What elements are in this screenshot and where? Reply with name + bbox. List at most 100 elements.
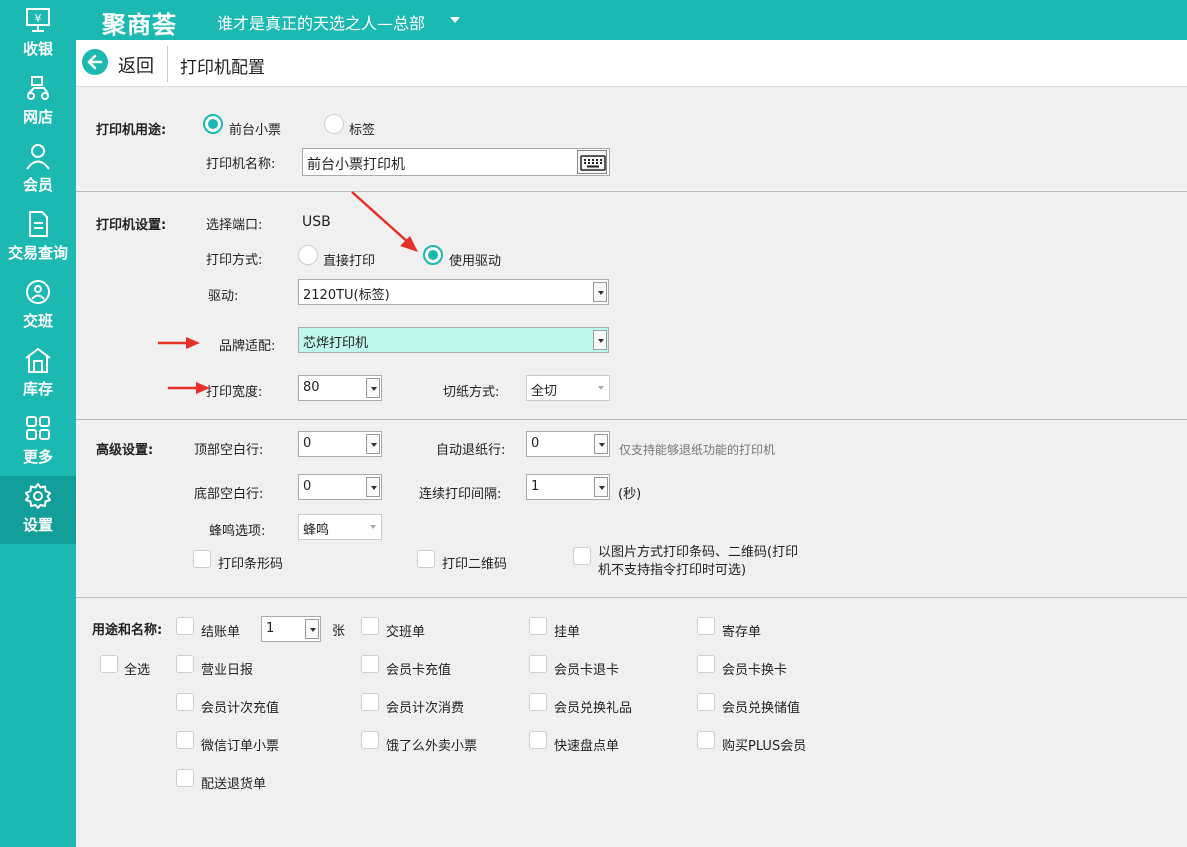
usage-label-stored-exchange: 会员兑换储值 [722, 701, 801, 716]
image-mode-checkbox[interactable] [573, 547, 591, 565]
print-barcode-checkbox[interactable] [193, 550, 211, 568]
print-qrcode-label: 打印二维码 [442, 557, 508, 572]
usage-checkbox-card-refund[interactable] [529, 655, 547, 673]
title-divider [167, 46, 168, 82]
usage-label-plus-member: 购买PLUS会员 [722, 739, 807, 754]
top-blank-value: 0 [303, 436, 312, 451]
usage-checkbox-count-consume[interactable] [361, 693, 379, 711]
usage-checkbox-delivery-return[interactable] [176, 769, 194, 787]
usage-checkbox-wechat-order[interactable] [176, 731, 194, 749]
usage-label-card-exchange: 会员卡换卡 [722, 663, 788, 678]
top-blank-select[interactable]: 0 [298, 431, 382, 457]
usage-checkbox-plus-member[interactable] [697, 731, 715, 749]
usage-checkbox-checkout[interactable] [176, 617, 194, 635]
chevron-down-icon [366, 517, 380, 537]
bottom-blank-value: 0 [303, 479, 312, 494]
cut-mode-select[interactable]: 全切 [526, 375, 610, 401]
back-label: 返回 [118, 56, 154, 77]
back-arrow-icon [82, 49, 108, 75]
image-mode-label-line1: 以图片方式打印条码、二维码(打印 [598, 545, 799, 560]
sidebar-item-label: 交班 [22, 312, 53, 330]
copies-unit: 张 [332, 624, 346, 639]
usage-checkbox-hang[interactable] [529, 617, 547, 635]
brand-adapt-select[interactable]: 芯烨打印机 [298, 327, 609, 353]
brand-logo: 聚商荟 [102, 11, 177, 39]
sidebar-item-label: 设置 [22, 516, 53, 534]
print-mode-label: 打印方式: [206, 253, 263, 268]
radio-label-printer-label: 标签 [349, 123, 376, 138]
printer-name-label: 打印机名称: [206, 157, 276, 172]
gear-icon [25, 483, 51, 509]
sidebar-item-transactions[interactable]: 交易查询 [0, 204, 76, 272]
buzzer-select[interactable]: 蜂鸣 [298, 514, 382, 540]
page-title: 打印机配置 [180, 58, 265, 78]
sidebar-item-member[interactable]: 会员 [0, 136, 76, 204]
usage-label-wechat-order: 微信订单小票 [201, 739, 280, 754]
svg-text:¥: ¥ [35, 12, 42, 25]
usage-checkbox-count-recharge[interactable] [176, 693, 194, 711]
radio-use-driver-label: 使用驱动 [449, 254, 502, 269]
usage-label-shift: 交班单 [386, 625, 426, 640]
usage-checkbox-quick-count[interactable] [529, 731, 547, 749]
chevron-down-icon [305, 619, 319, 639]
sidebar-item-label: 交易查询 [7, 244, 68, 262]
copies-select[interactable]: 1 [261, 616, 321, 642]
keyboard-icon [580, 155, 606, 171]
sidebar-item-online-store[interactable]: 网店 [0, 68, 76, 136]
usage-label-card-refund: 会员卡退卡 [554, 663, 620, 678]
print-width-select[interactable]: 80 [298, 375, 382, 401]
usage-checkbox-daily[interactable] [176, 655, 194, 673]
sidebar-item-label: 收银 [22, 40, 53, 58]
sidebar-item-cashier[interactable]: ¥ 收银 [0, 0, 76, 68]
print-width-label: 打印宽度: [206, 385, 263, 400]
radio-label-printer[interactable] [324, 114, 344, 134]
keyboard-button[interactable] [577, 150, 607, 174]
annotation-arrow-icon [158, 337, 200, 349]
print-barcode-label: 打印条形码 [218, 557, 284, 572]
printer-name-input[interactable]: 前台小票打印机 [302, 148, 610, 176]
print-interval-value: 1 [531, 479, 540, 494]
annotation-arrow-icon [168, 382, 210, 394]
radio-use-driver[interactable] [423, 245, 443, 265]
usage-label-delivery-return: 配送退货单 [201, 777, 267, 792]
usage-checkbox-gift-exchange[interactable] [529, 693, 547, 711]
purpose-section-label: 打印机用途: [96, 123, 167, 138]
usage-checkbox-stored-exchange[interactable] [697, 693, 715, 711]
back-button[interactable]: 返回 [82, 49, 162, 77]
usage-checkbox-shift[interactable] [361, 617, 379, 635]
chevron-down-icon[interactable] [450, 17, 460, 23]
radio-direct-print[interactable] [298, 245, 318, 265]
usage-checkbox-card-exchange[interactable] [697, 655, 715, 673]
print-qrcode-checkbox[interactable] [417, 550, 435, 568]
print-interval-select[interactable]: 1 [526, 474, 610, 500]
auto-retreat-select[interactable]: 0 [526, 431, 610, 457]
grid-icon [26, 416, 50, 440]
radio-front-receipt[interactable] [203, 114, 223, 134]
sidebar-item-shift[interactable]: 交班 [0, 272, 76, 340]
top-blank-label: 顶部空白行: [194, 443, 264, 458]
sidebar-item-more[interactable]: 更多 [0, 408, 76, 476]
sidebar-item-inventory[interactable]: 库存 [0, 340, 76, 408]
usage-checkbox-card-recharge[interactable] [361, 655, 379, 673]
chevron-down-icon [366, 378, 380, 398]
sidebar-item-settings[interactable]: 设置 [0, 476, 76, 544]
store-selector[interactable]: 谁才是真正的天选之人—总部 [217, 10, 425, 34]
usage-checkbox-deposit[interactable] [697, 617, 715, 635]
usage-label-daily: 营业日报 [201, 663, 254, 678]
chevron-down-icon [593, 282, 607, 302]
settings-section-label: 打印机设置: [96, 218, 167, 233]
chevron-down-icon [366, 477, 380, 497]
title-bar: 返回 打印机配置 [76, 40, 1187, 87]
usage-label-card-recharge: 会员卡充值 [386, 663, 452, 678]
brand-adapt-value: 芯烨打印机 [303, 336, 369, 351]
bottom-blank-select[interactable]: 0 [298, 474, 382, 500]
usage-checkbox-eleme-order[interactable] [361, 731, 379, 749]
member-user-icon [26, 144, 50, 170]
buzzer-label: 蜂鸣选项: [209, 524, 266, 539]
driver-label: 驱动: [208, 289, 239, 304]
buzzer-value: 蜂鸣 [303, 523, 330, 538]
section-divider [76, 597, 1187, 598]
select-all-checkbox[interactable] [100, 655, 118, 673]
driver-select[interactable]: 2120TU(标签) [298, 279, 609, 305]
port-label: 选择端口: [206, 218, 263, 233]
